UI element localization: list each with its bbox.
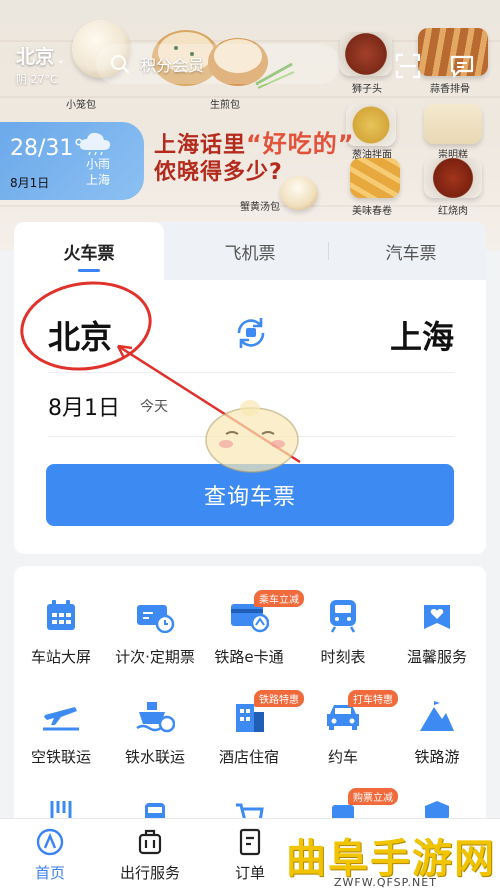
city-weather: 阴 27°C <box>16 73 58 86</box>
air-rail-icon <box>43 707 79 731</box>
service-label: 约车 <box>327 748 358 766</box>
spring-roll-image <box>350 158 400 198</box>
nav-label: 订单 <box>234 864 265 882</box>
food-label: 红烧肉 <box>438 206 468 217</box>
search-icon <box>111 55 129 73</box>
heart-service-icon <box>424 605 450 629</box>
nav-orders[interactable]: 订单 <box>200 827 300 883</box>
service-hotel[interactable]: 铁路特惠 酒店住宿 <box>202 690 304 767</box>
services-grid: 车站大屏 计次·定期票 乘车立减 铁路e卡通 时刻表 温馨服务 空铁联运 铁水联… <box>14 566 486 826</box>
temperature-range: 28/31° <box>10 136 85 161</box>
mountain-travel-icon <box>420 701 454 731</box>
weather-condition-text: 小雨 <box>86 157 111 171</box>
mascot-watermark <box>205 400 299 473</box>
booking-card: 火车票 飞机票 汽车票 北京 上海 8月1日 今天 查询车票 <box>14 222 486 554</box>
tab-label: 飞机票 <box>224 243 276 264</box>
weather-city: 上海 <box>86 173 111 187</box>
service-label: 铁路e卡通 <box>214 648 284 666</box>
city-selector[interactable]: 北京 ⌄ 阴 27°C <box>16 42 65 87</box>
food-label: 生煎包 <box>210 100 240 111</box>
service-air-rail[interactable]: 空铁联运 <box>14 696 108 767</box>
departure-date[interactable]: 8月1日 <box>48 390 120 422</box>
food-label: 蒜香排骨 <box>430 84 470 95</box>
arrival-city[interactable]: 上海 <box>390 312 454 358</box>
active-tab-indicator <box>78 269 100 272</box>
service-warm-service[interactable]: 温馨服务 <box>390 596 484 667</box>
message-icon <box>450 55 474 78</box>
food-label: 小笼包 <box>66 100 96 111</box>
service-label: 时刻表 <box>320 648 366 666</box>
swap-cities-button[interactable] <box>232 314 270 352</box>
tab-label: 汽车票 <box>385 243 437 264</box>
tab-train-ticket[interactable]: 火车票 <box>14 222 164 280</box>
food-label: 美味春卷 <box>352 206 392 217</box>
nav-home[interactable]: 首页 <box>0 827 100 883</box>
service-label: 空铁联运 <box>30 748 91 766</box>
service-label: 计次·定期票 <box>115 648 195 666</box>
food-label: 蟹黄汤包 <box>240 202 280 213</box>
tab-bus-ticket[interactable]: 汽车票 <box>336 222 486 280</box>
service-car[interactable]: 打车特惠 约车 <box>296 690 398 767</box>
food-label: 狮子头 <box>352 84 382 95</box>
order-icon <box>239 828 261 856</box>
nav-travel-services[interactable]: 出行服务 <box>100 827 200 883</box>
station-board-icon <box>47 600 75 630</box>
chongming-cake-image <box>424 104 482 144</box>
scan-icon <box>395 53 421 79</box>
ticket-pass-icon <box>137 605 175 633</box>
service-label: 铁水联运 <box>124 748 185 766</box>
scan-button[interactable] <box>392 50 424 82</box>
timetable-train-icon <box>330 600 356 633</box>
swap-icon <box>237 318 265 348</box>
weather-date: 8月1日 <box>10 176 50 190</box>
service-ship-rail[interactable]: 铁水联运 <box>108 696 202 767</box>
tab-label: 火车票 <box>63 243 115 264</box>
chevron-down-icon: ⌄ <box>56 53 66 66</box>
service-label: 温馨服务 <box>406 648 467 666</box>
service-rail-travel[interactable]: 铁路游 <box>390 696 484 767</box>
service-label: 车站大屏 <box>30 648 91 666</box>
weather-condition: 小雨 上海 <box>86 156 110 188</box>
ship-rail-icon <box>136 702 175 733</box>
site-watermark-url: ZWFW.QFSP.NET <box>334 876 437 889</box>
search-input[interactable]: 积分会员 <box>96 44 340 84</box>
promo-subtitle: 侬晓得多少? <box>154 160 283 185</box>
message-button[interactable] <box>446 50 478 82</box>
ticket-tabs: 火车票 飞机票 汽车票 <box>14 222 486 280</box>
service-label: 铁路游 <box>414 748 460 766</box>
weather-card[interactable]: 28/31° 8月1日 小雨 上海 <box>0 122 144 200</box>
service-e-card[interactable]: 乘车立减 铁路e卡通 <box>202 590 304 667</box>
xiaolong-tangbao-image <box>280 176 318 210</box>
promo-banner[interactable]: 小笼包 生煎包 狮子头 蒜香排骨 葱油拌面 崇明糕 蟹黄汤包 美味春卷 红烧肉 … <box>0 0 500 250</box>
service-timetable[interactable]: 时刻表 <box>296 596 390 667</box>
divider <box>48 372 454 373</box>
braised-pork-image <box>424 158 482 198</box>
service-label: 酒店住宿 <box>218 748 279 766</box>
luggage-icon <box>138 829 162 855</box>
service-station-board[interactable]: 车站大屏 <box>14 596 108 667</box>
shizitou-image <box>340 32 392 76</box>
home-icon <box>36 828 64 856</box>
nav-label: 出行服务 <box>119 864 180 882</box>
day-label: 今天 <box>140 399 168 415</box>
rain-cloud-icon <box>79 132 111 156</box>
service-ticket-pass[interactable]: 计次·定期票 <box>108 596 202 667</box>
search-placeholder: 积分会员 <box>140 56 205 75</box>
current-city: 北京 <box>16 46 55 68</box>
nav-label: 首页 <box>34 864 65 882</box>
tab-flight-ticket[interactable]: 飞机票 <box>164 222 336 280</box>
tab-divider <box>328 242 329 260</box>
